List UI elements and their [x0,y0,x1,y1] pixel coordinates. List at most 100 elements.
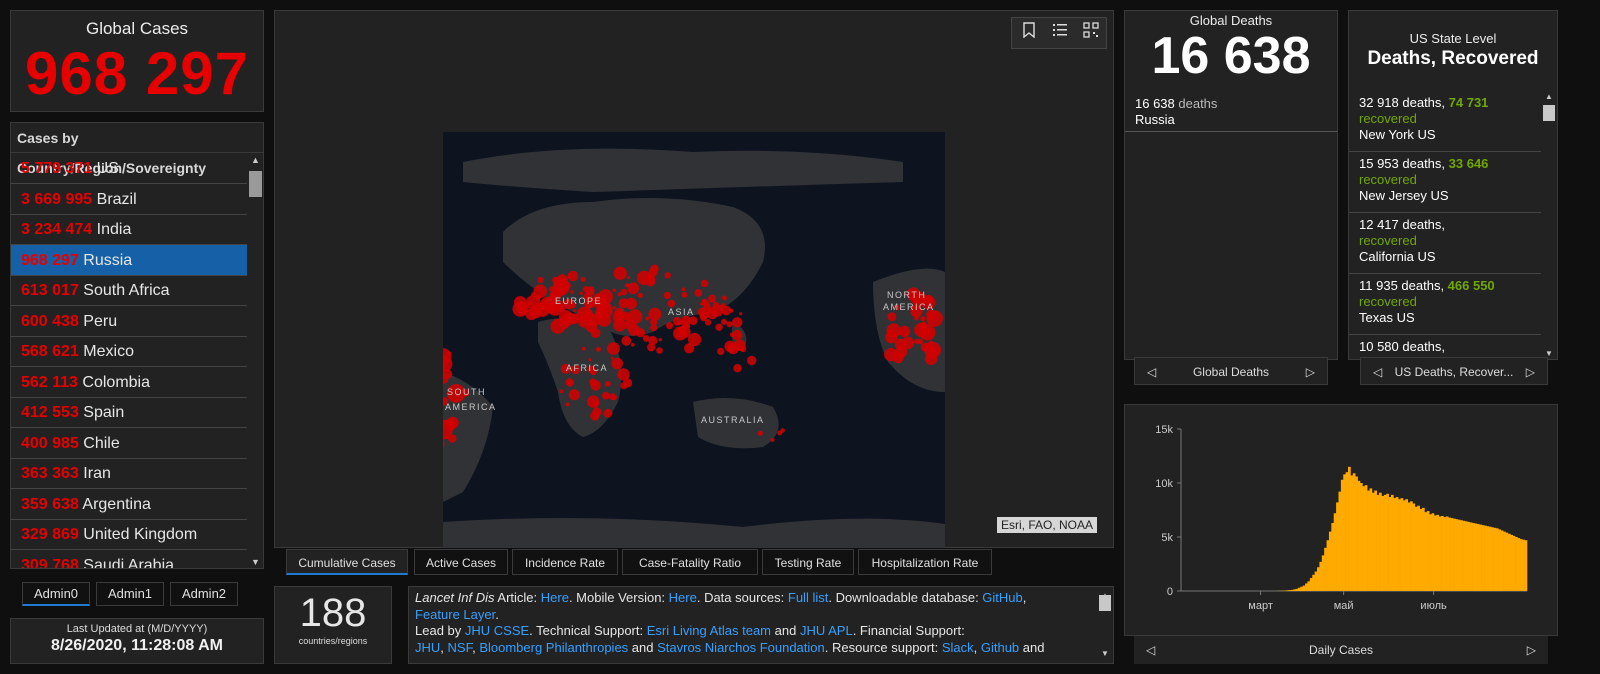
bookmark-icon[interactable] [1013,18,1044,49]
case-dot [732,329,743,341]
country-row[interactable]: 363 363 Iran [11,458,251,489]
state-deaths: 12 417 deaths, [1359,217,1446,232]
feature-layer-link[interactable]: Feature Layer [415,607,495,622]
country-row[interactable]: 562 113 Colombia [11,367,251,398]
jhu-apl-link[interactable]: JHU APL [800,623,853,638]
scroll-down-icon[interactable]: ▼ [1097,646,1113,663]
country-row[interactable]: 3 669 995 Brazil [11,184,251,215]
tab-hospitalization-rate[interactable]: Hospitalization Rate [858,549,992,575]
country-row[interactable]: 3 234 474 India [11,214,251,245]
us-state-row[interactable]: 11 935 deaths, 466 550 recovered Texas US [1349,274,1545,335]
case-dot [884,348,898,362]
case-dot [930,348,938,356]
country-name: US [96,160,119,177]
country-list: 5 779 371 US 3 669 995 Brazil 3 234 474 In… [11,153,251,569]
info-text: . Financial Support: [852,623,965,638]
tab-incidence-rate[interactable]: Incidence Rate [512,549,618,575]
chart-bar [1333,513,1337,591]
prev-arrow-icon[interactable]: ◁ [1147,358,1156,386]
y-tick-label: 5k [1161,532,1173,544]
daily-cases-chart[interactable]: 0 5k 10k 15k март май июль [1125,405,1559,637]
slack-link[interactable]: Slack [942,640,974,655]
case-dot [611,357,623,370]
y-tick-label: 0 [1167,586,1173,598]
tab-case-fatality-ratio[interactable]: Case-Fatality Ratio [622,549,758,575]
tab-active-cases[interactable]: Active Cases [414,549,508,575]
us-state-row[interactable]: 32 918 deaths, 74 731 recovered New York U… [1349,91,1545,152]
us-state-scrollbar[interactable]: ▲ ▼ [1541,91,1557,359]
us-state-nav: ◁ US Deaths, Recover... ▷ [1360,357,1548,385]
qr-grid-icon[interactable] [1075,18,1106,49]
chart-bar [1445,516,1449,591]
chart-bar [1369,488,1373,591]
state-deaths: 10 580 deaths, [1359,339,1446,354]
case-dot [708,294,717,303]
world-map[interactable]: EUROPE ASIA AFRICA AUSTRALIA NORTH AMERI… [443,132,945,548]
scroll-thumb[interactable] [1099,595,1111,611]
tab-cumulative-cases[interactable]: Cumulative Cases [286,549,408,575]
chart-bar [1371,492,1375,591]
x-tick-label: май [1334,600,1354,612]
country-row[interactable]: 309 768 Saudi Arabia [11,550,251,569]
map-panel[interactable]: EUROPE ASIA AFRICA AUSTRALIA NORTH AMERI… [274,10,1403,548]
country-row[interactable]: 568 621 Mexico [11,336,251,367]
country-row[interactable]: 5 779 371 US [11,153,251,184]
scroll-thumb[interactable] [1543,105,1555,121]
case-dot [920,342,930,352]
chart-bar [1450,518,1454,591]
tab-testing-rate[interactable]: Testing Rate [762,549,854,575]
chart-bar [1414,506,1418,591]
case-dot [612,310,625,324]
state-recovered-label: recovered [1359,233,1417,248]
next-arrow-icon[interactable]: ▷ [1527,636,1536,664]
country-row[interactable]: 968 297 Russia [11,244,251,276]
tab-admin2[interactable]: Admin2 [170,582,238,606]
country-row[interactable]: 600 438 Peru [11,306,251,337]
case-dot [686,324,691,329]
chart-bar [1383,494,1387,591]
country-list-scrollbar[interactable]: ▲ ▼ [247,153,263,568]
country-row[interactable]: 400 985 Chile [11,428,251,459]
case-dot [588,358,592,362]
scroll-up-icon[interactable]: ▲ [247,155,263,165]
article-link[interactable]: Here [541,590,569,605]
country-row[interactable]: 359 638 Argentina [11,489,251,520]
country-row[interactable]: 329 869 United Kingdom [11,519,251,550]
prev-arrow-icon[interactable]: ◁ [1373,358,1382,386]
bloomberg-link[interactable]: Bloomberg Philanthropies [479,640,628,655]
tab-admin1[interactable]: Admin1 [96,582,164,606]
full-list-link[interactable]: Full list [788,590,828,605]
jhu-link[interactable]: JHU [415,640,440,655]
next-arrow-icon[interactable]: ▷ [1526,358,1535,386]
case-dot [895,345,908,358]
esri-link[interactable]: Esri Living Atlas team [647,623,771,638]
scroll-thumb[interactable] [249,171,262,197]
scroll-down-icon[interactable]: ▼ [247,557,263,567]
info-scrollbar[interactable]: ▲ ▼ [1097,587,1113,663]
prev-arrow-icon[interactable]: ◁ [1146,636,1155,664]
next-arrow-icon[interactable]: ▷ [1306,358,1315,386]
country-row[interactable]: 412 553 Spain [11,397,251,428]
us-state-row[interactable]: 12 417 deaths, recovered California US [1349,213,1545,274]
tab-admin0[interactable]: Admin0 [22,582,90,606]
list-icon[interactable] [1044,18,1075,49]
us-state-row[interactable]: 15 953 deaths, 33 646 recovered New Jersey… [1349,152,1545,213]
stavros-link[interactable]: Stavros Niarchos Foundation [657,640,825,655]
chart-bar [1324,547,1327,591]
jhu-csse-link[interactable]: JHU CSSE [465,623,529,638]
country-row[interactable]: 613 017 South Africa [11,275,251,306]
nsf-link[interactable]: NSF [448,640,473,655]
scroll-up-icon[interactable]: ▲ [1541,92,1557,101]
case-dot [626,276,631,280]
github-link[interactable]: GitHub [982,590,1022,605]
mobile-link[interactable]: Here [669,590,697,605]
case-dot [917,338,924,345]
chart-bar [1460,520,1463,591]
state-deaths: 32 918 deaths, [1359,95,1449,110]
chart-bar [1412,503,1416,591]
chart-bar [1476,524,1480,591]
case-dot [701,298,707,304]
github-support-link[interactable]: Github [981,640,1019,655]
case-dot [565,378,574,387]
case-dot [712,301,720,309]
